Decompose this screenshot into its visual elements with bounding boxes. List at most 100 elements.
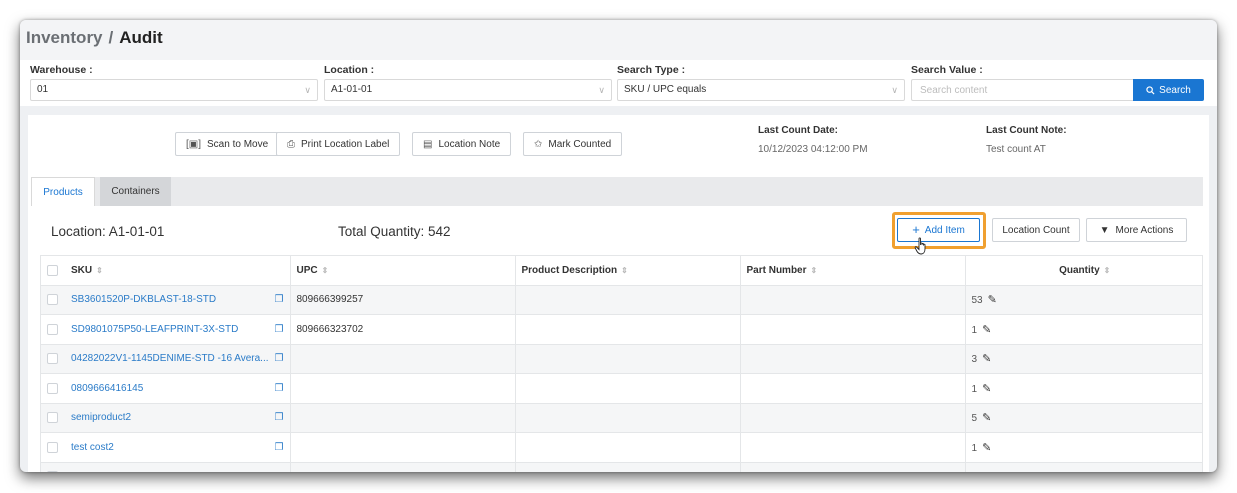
add-item-button[interactable]: + Add Item (897, 218, 980, 242)
copy-icon[interactable]: ❐ (275, 383, 284, 394)
sku-link[interactable]: SB3601520P-DKBLAST-18-STD (71, 294, 216, 305)
table-row: test cost2 ❐ 1 ✎ (41, 432, 1202, 463)
copy-icon[interactable]: ❐ (275, 442, 284, 453)
more-actions-button[interactable]: ▼ More Actions (1086, 218, 1187, 242)
part-number-header[interactable]: Part Number ⇕ (740, 256, 966, 286)
row-checkbox[interactable] (47, 353, 58, 365)
tab-containers[interactable]: Containers (100, 177, 171, 206)
part-number-cell (740, 462, 966, 472)
table-row: SB3601520P-DKBLAST-18-STD ❐ 809666399257 … (41, 285, 1202, 315)
search-type-select[interactable]: SKU / UPC equals ∨ (617, 79, 905, 101)
table-header-row: SKU ⇕ UPC ⇕ Product Description ⇕ Part Numb… (41, 256, 1202, 286)
edit-icon[interactable]: ✎ (982, 353, 991, 365)
location-select[interactable]: A1-01-01 ∨ (324, 79, 612, 101)
select-all-checkbox[interactable] (47, 264, 58, 276)
breadcrumb: Inventory / Audit (26, 28, 163, 48)
search-type-value: SKU / UPC equals (624, 84, 707, 95)
location-value: A1-01-01 (331, 84, 373, 95)
chevron-down-icon: ∨ (891, 85, 898, 95)
page-header: Inventory / Audit (20, 20, 1217, 60)
tab-bar: Products Containers (31, 177, 1203, 206)
print-location-label-label: Print Location Label (301, 138, 390, 150)
total-quantity: Total Quantity: 542 (338, 224, 451, 239)
table-row: 04282022V1-1145DENIME-STD -16 Avera... ❐ … (41, 344, 1202, 374)
sku-link[interactable]: semiproduct2 (71, 412, 131, 423)
copy-icon[interactable]: ❐ (275, 324, 284, 335)
quantity-value: 5 (971, 413, 978, 425)
description-cell (515, 462, 741, 472)
upc-cell (290, 432, 516, 463)
row-checkbox[interactable] (47, 441, 58, 453)
table-row (41, 462, 1202, 472)
app-window: Inventory / Audit Warehouse : 01 ∨ Locatio… (20, 20, 1217, 472)
upc-header[interactable]: UPC ⇕ (290, 256, 516, 286)
sku-link[interactable]: 0809666416145 (71, 383, 143, 394)
tab-products[interactable]: Products (31, 177, 95, 206)
mark-counted-label: Mark Counted (548, 138, 612, 150)
copy-icon[interactable]: ❐ (275, 353, 284, 364)
products-table: SKU ⇕ UPC ⇕ Product Description ⇕ Part Numb… (40, 255, 1203, 472)
description-header-label: Product Description (521, 264, 618, 276)
location-count-label: Location Count (1002, 224, 1070, 236)
pin-icon: ✩ (534, 138, 543, 150)
upc-cell: 809666323702 (290, 314, 516, 345)
sort-icon: ⇕ (810, 265, 818, 275)
chevron-down-icon: ∨ (598, 85, 605, 95)
scan-icon: [▣] (186, 138, 202, 150)
row-checkbox[interactable] (47, 323, 58, 335)
warehouse-select[interactable]: 01 ∨ (30, 79, 318, 101)
last-count-note-value: Test count AT (986, 144, 1046, 155)
scan-to-move-button[interactable]: [▣] Scan to Move (175, 132, 280, 156)
upc-cell (290, 462, 516, 472)
print-location-label-button[interactable]: ⎙ Print Location Label (276, 132, 401, 156)
copy-icon[interactable]: ❐ (275, 294, 284, 305)
row-checkbox[interactable] (47, 294, 58, 306)
description-cell (515, 403, 741, 433)
location-label: Location : (324, 64, 375, 76)
quantity-value: 53 (971, 295, 983, 307)
scan-to-move-label: Scan to Move (207, 138, 269, 150)
hand-cursor-icon (914, 237, 926, 255)
location-note-label: Location Note (438, 138, 501, 150)
sku-link[interactable]: SD9801075P50-LEAFPRINT-3X-STD (71, 324, 238, 335)
search-button[interactable]: Search (1133, 79, 1204, 101)
row-checkbox[interactable] (47, 471, 58, 472)
row-checkbox[interactable] (47, 382, 58, 394)
search-icon (1146, 85, 1155, 95)
add-item-label: Add Item (924, 224, 965, 236)
description-cell (515, 432, 741, 463)
more-actions-label: More Actions (1115, 224, 1174, 236)
description-header[interactable]: Product Description ⇕ (515, 256, 741, 286)
printer-icon: ⎙ (287, 138, 295, 150)
search-input[interactable] (911, 79, 1133, 101)
select-all-cell (41, 256, 65, 286)
sort-icon: ⇕ (321, 265, 329, 275)
sku-link[interactable]: test cost2 (71, 442, 114, 453)
table-row: SD9801075P50-LEAFPRINT-3X-STD ❐ 809666323… (41, 314, 1202, 345)
part-number-cell (740, 344, 966, 374)
quantity-value: 1 (971, 324, 978, 336)
table-row: 0809666416145 ❐ 1 ✎ (41, 373, 1202, 404)
breadcrumb-inventory[interactable]: Inventory (26, 28, 103, 47)
edit-icon[interactable]: ✎ (988, 294, 997, 306)
edit-icon[interactable]: ✎ (982, 442, 991, 454)
location-note-button[interactable]: ▤ Location Note (412, 132, 512, 156)
row-checkbox[interactable] (47, 412, 58, 424)
search-type-label: Search Type : (617, 64, 686, 76)
edit-icon[interactable]: ✎ (982, 383, 991, 395)
caret-down-icon: ▼ (1099, 224, 1110, 236)
edit-icon[interactable]: ✎ (982, 412, 991, 424)
sku-header[interactable]: SKU ⇕ (65, 256, 291, 286)
copy-icon[interactable]: ❐ (275, 412, 284, 423)
quantity-header[interactable]: Quantity ⇕ (965, 256, 1202, 286)
location-count-button[interactable]: Location Count (992, 218, 1080, 242)
part-number-cell (740, 314, 966, 345)
part-number-cell (740, 432, 966, 463)
sku-link[interactable]: 04282022V1-1145DENIME-STD -16 Avera... (71, 353, 269, 364)
mark-counted-button[interactable]: ✩ Mark Counted (523, 132, 623, 156)
upc-cell (290, 403, 516, 433)
edit-icon[interactable]: ✎ (982, 324, 991, 336)
breadcrumb-separator: / (108, 28, 114, 47)
part-number-cell (740, 285, 966, 315)
description-cell (515, 314, 741, 345)
